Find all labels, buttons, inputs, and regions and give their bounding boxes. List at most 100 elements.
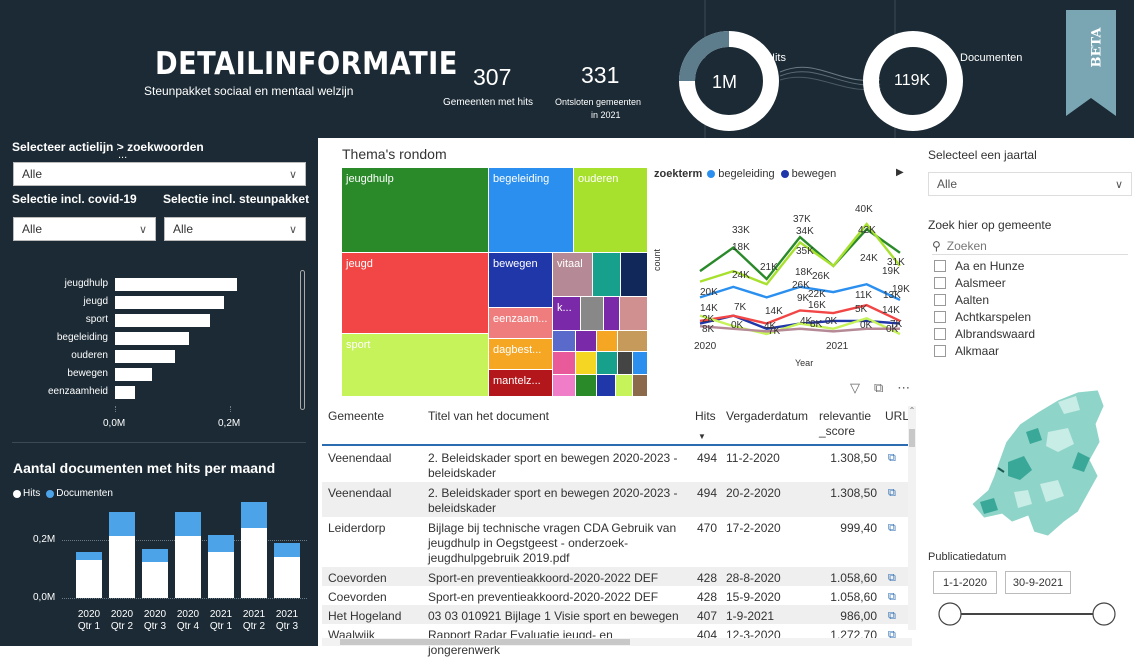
link-icon[interactable]: ⧉ — [888, 486, 896, 501]
treemap-tile-small[interactable] — [597, 375, 615, 396]
table-row[interactable]: Veenendaal 2. Beleidskader sport en beweg… — [322, 447, 912, 482]
checkbox[interactable] — [934, 344, 946, 357]
treemap-tile-small[interactable] — [620, 297, 647, 330]
scroll-thumb[interactable] — [909, 429, 915, 447]
treemap-tile[interactable]: mantelz... — [489, 370, 552, 396]
treemap-tile-small[interactable] — [581, 297, 603, 330]
monthly-bar-hits[interactable] — [274, 557, 300, 598]
treemap-tile[interactable]: sport — [342, 334, 488, 396]
treemap-tile-small[interactable] — [633, 375, 647, 396]
col-url[interactable]: URL — [885, 409, 909, 423]
treemap-tile-small[interactable] — [553, 352, 575, 374]
treemap-tile-small[interactable] — [621, 253, 647, 296]
keyword-bar[interactable] — [115, 296, 225, 309]
col-gemeente[interactable]: Gemeente — [328, 409, 384, 423]
checkbox[interactable] — [934, 276, 946, 289]
monthly-bar-hits[interactable] — [241, 528, 267, 598]
treemap-tile-small[interactable] — [618, 352, 632, 374]
treemap-tile-small[interactable] — [576, 375, 596, 396]
focus-mode-icon[interactable]: ⧉ — [874, 380, 883, 396]
checkbox[interactable] — [934, 327, 946, 340]
treemap-tile[interactable]: k... — [553, 297, 580, 330]
keyword-bar[interactable] — [115, 386, 136, 399]
date-from-input[interactable]: 1-1-2020 — [933, 571, 997, 594]
col-titel[interactable]: Titel van het document — [428, 409, 549, 423]
monthly-bar-hits[interactable] — [76, 560, 102, 598]
table-hscrollbar[interactable] — [322, 638, 912, 646]
date-to-input[interactable]: 30-9-2021 — [1005, 571, 1071, 594]
treemap-tile-small[interactable] — [597, 352, 617, 374]
col-vergaderdatum[interactable]: Vergaderdatum — [726, 409, 808, 423]
col-relevantie-1[interactable]: relevantie — [819, 409, 871, 423]
monthly-bar-docs[interactable] — [241, 502, 267, 529]
treemap-tile[interactable]: jeugdhulp — [342, 168, 488, 252]
hscroll-thumb[interactable] — [340, 639, 630, 645]
monthly-bar-docs[interactable] — [76, 551, 102, 561]
link-icon[interactable]: ⧉ — [888, 609, 896, 624]
keyword-bar[interactable] — [115, 278, 238, 291]
treemap-tile-small[interactable] — [633, 352, 647, 374]
gemeente-search[interactable]: ⚲ Zoeken — [932, 237, 1128, 255]
table-row[interactable]: Coevorden Sport-en preventieakkoord-2020-… — [322, 586, 912, 605]
treemap-tile[interactable]: begeleiding — [489, 168, 573, 252]
keyword-bar[interactable] — [115, 314, 210, 327]
treemap-tile-small[interactable] — [576, 352, 596, 374]
netherlands-map[interactable] — [928, 372, 1128, 544]
gemeente-checkbox-item[interactable]: Aalten — [934, 291, 1035, 308]
filter-icon[interactable]: ▽ — [850, 380, 860, 396]
link-icon[interactable]: ⧉ — [888, 571, 896, 586]
table-row[interactable]: Coevorden Sport-en preventieakkoord-2020-… — [322, 567, 912, 586]
treemap-tile[interactable]: bewegen — [489, 253, 552, 307]
link-icon[interactable]: ⧉ — [888, 451, 896, 466]
legend-next-arrow-icon[interactable]: ▶ — [896, 167, 904, 178]
link-icon[interactable]: ⧉ — [888, 521, 896, 536]
treemap-tile[interactable]: ouderen — [574, 168, 647, 252]
gemeente-checkbox-item[interactable]: Albrandswaard — [934, 325, 1035, 342]
monthly-bar-hits[interactable] — [109, 535, 135, 598]
monthly-bar-hits[interactable] — [175, 535, 201, 598]
gemeente-checkbox-item[interactable]: Achtkarspelen — [934, 308, 1035, 325]
monthly-bar-docs[interactable] — [142, 549, 168, 562]
treemap-tile-small[interactable] — [618, 331, 647, 351]
link-icon[interactable]: ⧉ — [888, 590, 896, 605]
keyword-bar[interactable] — [115, 368, 153, 381]
monthly-bar-docs[interactable] — [109, 511, 135, 536]
gemeente-checkbox-item[interactable]: Alkmaar — [934, 342, 1035, 359]
scroll-up-icon[interactable]: ⌃ — [908, 406, 916, 415]
actielijn-dropdown[interactable]: Alle ∨ — [13, 162, 306, 186]
covid-dropdown[interactable]: Alle ∨ — [13, 217, 156, 241]
col-hits[interactable]: Hits — [695, 409, 716, 423]
table-row[interactable]: Veenendaal 2. Beleidskader sport en beweg… — [322, 482, 912, 517]
monthly-bar-hits[interactable] — [142, 561, 168, 598]
more-options-dots[interactable]: ... — [118, 149, 128, 161]
monthly-bar-docs[interactable] — [175, 511, 201, 536]
bar-scrollbar[interactable] — [300, 270, 305, 410]
treemap-tile-small[interactable] — [604, 297, 619, 330]
treemap-tile[interactable]: dagbest... — [489, 339, 552, 369]
treemap-tile[interactable]: eenzaam... — [489, 308, 552, 338]
treemap-tile-small[interactable] — [576, 331, 596, 351]
treemap-tile[interactable]: vitaal — [553, 253, 592, 296]
table-row[interactable]: Leiderdorp Bijlage bij technische vragen … — [322, 517, 912, 567]
treemap-tile-small[interactable] — [616, 375, 632, 396]
monthly-bar-hits[interactable] — [208, 551, 234, 598]
checkbox[interactable] — [934, 293, 946, 306]
search-input[interactable]: Zoeken — [947, 239, 987, 253]
checkbox[interactable] — [934, 310, 946, 323]
more-options-icon[interactable]: ⋯ — [897, 380, 910, 396]
treemap-tile-small[interactable] — [553, 375, 575, 396]
checkbox[interactable] — [934, 259, 946, 272]
gemeente-checkbox-item[interactable]: Aa en Hunze — [934, 257, 1035, 274]
monthly-bar-docs[interactable] — [274, 542, 300, 558]
keyword-bar[interactable] — [115, 332, 189, 345]
gemeente-checkbox-item[interactable]: Aalsmeer — [934, 274, 1035, 291]
steunpakket-dropdown[interactable]: Alle ∨ — [164, 217, 306, 241]
year-dropdown[interactable]: Alle ∨ — [928, 172, 1132, 196]
keyword-bar[interactable] — [115, 350, 176, 363]
date-slider[interactable] — [928, 598, 1128, 630]
treemap-tile-small[interactable] — [593, 253, 620, 296]
monthly-bar-docs[interactable] — [208, 534, 234, 552]
treemap-tile-small[interactable] — [597, 331, 617, 351]
table-vscrollbar[interactable]: ⌃ — [908, 406, 916, 630]
table-row[interactable]: Het Hogeland 03 03 010921 Bijlage 1 Visie… — [322, 605, 912, 624]
